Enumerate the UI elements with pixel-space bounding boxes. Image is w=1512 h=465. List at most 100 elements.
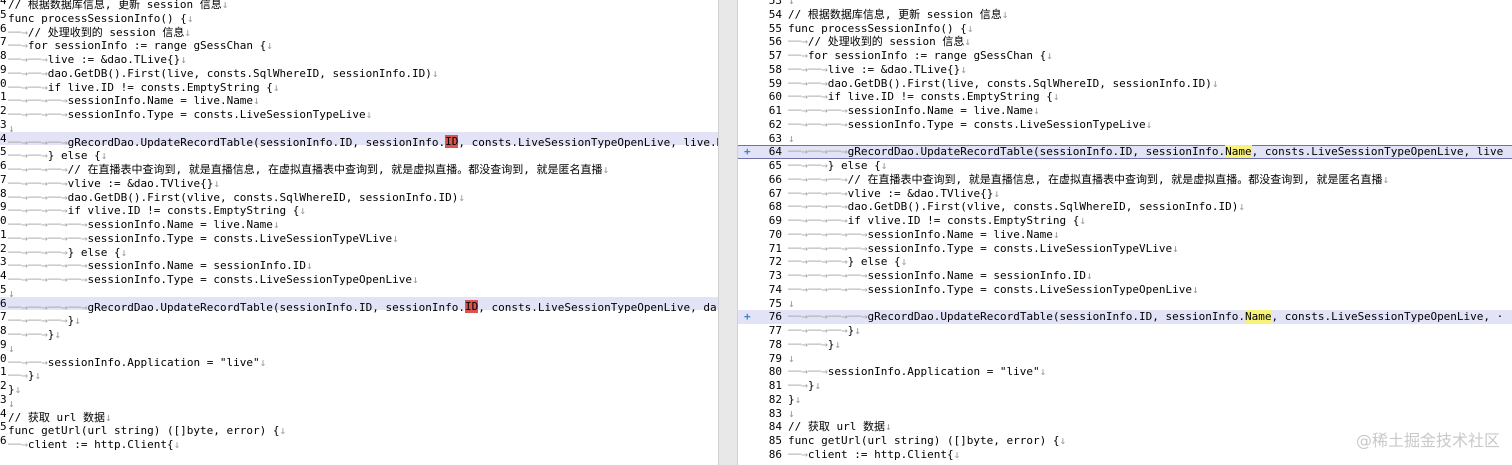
code-line[interactable]: 0──→──→if live.ID != consts.EmptyString … xyxy=(0,76,718,94)
code-line[interactable]: 81 ──→}↓ xyxy=(738,379,1512,393)
code-line[interactable]: 9──→──→──→if vlive.ID != consts.EmptyStr… xyxy=(0,200,718,217)
left-code-pane[interactable]: 4// 根据数据库信息, 更新 session 信息↓ 5func process… xyxy=(0,0,718,465)
code-line[interactable]: 6──→client := http.Client{↓ xyxy=(0,434,718,451)
tab-arrow-icon: ──→ xyxy=(847,241,868,255)
tab-arrow-icon: ──→ xyxy=(788,35,808,49)
tab-arrow-icon: ──→ xyxy=(788,200,808,214)
code-line[interactable]: 67 ──→──→──→vlive := &dao.TVlive{}↓ xyxy=(738,187,1512,201)
code-line[interactable]: 6──→──→──→// 在直播表中查询到, 就是直播信息, 在虚拟直播表中查询… xyxy=(0,159,718,176)
code-line[interactable]: 3──→──→──→──→sessionInfo.Name = sessionI… xyxy=(0,255,718,272)
code-line[interactable]: 3↓ xyxy=(0,118,718,135)
code-text: func getUrl(url string) ([]byte, error) … xyxy=(788,434,1066,447)
line-number: 59 xyxy=(768,76,782,90)
code-line[interactable]: 83 ↓ xyxy=(738,407,1512,421)
line-end-icon: ↓ xyxy=(1052,227,1060,241)
code-line[interactable]: 1──→}↓ xyxy=(0,365,718,382)
code-line[interactable]: 56 ──→// 处理收到的 session 信息↓ xyxy=(738,35,1512,49)
line-end-icon: ↓ xyxy=(960,62,967,76)
code-line[interactable]: 75 ↓ xyxy=(738,297,1512,311)
code-line[interactable]: 9↓ xyxy=(0,338,718,355)
code-line[interactable]: 53 ↓ xyxy=(738,0,1512,8)
code-line[interactable]: 72 ──→──→──→} else {↓ xyxy=(738,255,1512,269)
code-line[interactable]: 1──→──→──→──→sessionInfo.Type = consts.L… xyxy=(0,228,718,245)
code-line[interactable]: 6──→// 处理收到的 session 信息↓ xyxy=(0,22,718,39)
code-line[interactable]: 2──→──→──→sessionInfo.Type = consts.Live… xyxy=(0,104,718,121)
code-line[interactable]: 8──→──→live := &dao.TLive{}↓ xyxy=(0,49,718,66)
code-line[interactable]: 79 ↓ xyxy=(738,352,1512,366)
code-line[interactable]: 7──→for sessionInfo := range gSessChan {… xyxy=(0,35,718,52)
line-number: 71 xyxy=(768,241,782,255)
code-content: func getUrl(url string) ([]byte, error) … xyxy=(788,434,1066,448)
tab-arrow-icon: ──→ xyxy=(788,76,808,90)
code-line[interactable]: 71 ──→──→──→──→sessionInfo.Type = consts.… xyxy=(738,242,1512,256)
code-line[interactable]: 57 ──→for sessionInfo := range gSessChan … xyxy=(738,49,1512,63)
code-line[interactable]: 5↓ xyxy=(0,283,718,300)
line-number: 7 xyxy=(0,35,6,49)
pane-splitter[interactable] xyxy=(718,0,738,465)
changed-code-line[interactable]: +76 ──→──→──→──→gRecordDao.UpdateRecordTa… xyxy=(738,310,1512,324)
line-end-icon: ↓ xyxy=(953,447,961,461)
changed-code-line[interactable]: +64 ──→──→──→gRecordDao.UpdateRecordTable… xyxy=(738,145,1512,159)
changed-code-line[interactable]: 4──→──→──→gRecordDao.UpdateRecordTable(s… xyxy=(0,131,718,149)
code-line[interactable]: 60 ──→──→if live.ID != consts.EmptyString… xyxy=(738,90,1512,104)
code-line[interactable]: 54 // 根据数据库信息, 更新 session 信息↓ xyxy=(738,8,1512,22)
code-line[interactable]: 73 ──→──→──→──→sessionInfo.Name = session… xyxy=(738,269,1512,283)
code-line[interactable]: 5func processSessionInfo() {↓ xyxy=(0,8,718,25)
tab-arrow-icon: ──→ xyxy=(827,227,848,241)
code-token: } xyxy=(788,392,795,406)
code-line[interactable]: 82}↓ xyxy=(738,393,1512,407)
code-line[interactable]: 58 ──→──→live := &dao.TLive{}↓ xyxy=(738,63,1512,77)
code-line[interactable]: 2}↓ xyxy=(0,379,718,396)
code-line[interactable]: 4──→──→──→──→sessionInfo.Type = consts.L… xyxy=(0,269,718,286)
code-line[interactable]: 59 ──→──→dao.GetDB().First(live, consts.S… xyxy=(738,77,1512,91)
code-line[interactable]: 66 ──→──→──→// 在直播表中查询到, 就是直播信息, 在虚拟直播表中查… xyxy=(738,173,1512,187)
code-line[interactable]: 4// 获取 url 数据↓ xyxy=(0,407,718,424)
code-line[interactable]: 80 ──→──→sessionInfo.Application = "live"… xyxy=(738,365,1512,379)
line-number: 75 xyxy=(768,296,782,310)
code-text: // 根据数据库信息, 更新 session 信息↓ xyxy=(788,8,1008,21)
code-line[interactable]: 7──→──→──→}↓ xyxy=(0,310,718,327)
code-line[interactable]: 70 ──→──→──→──→sessionInfo.Name = live.Na… xyxy=(738,228,1512,242)
code-token: if vlive.ID != consts.EmptyString { xyxy=(847,214,1080,227)
tab-arrow-icon: ──→ xyxy=(807,159,828,172)
tab-arrow-icon: ──→ xyxy=(847,227,868,241)
code-line[interactable]: 0──→──→sessionInfo.Application = "live"↓ xyxy=(0,352,718,369)
changed-code-line[interactable]: 6──→──→──→──→gRecordDao.UpdateRecordTabl… xyxy=(0,296,718,314)
code-line[interactable]: 55 func processSessionInfo() {↓ xyxy=(738,22,1512,36)
line-number: 0 xyxy=(0,76,6,90)
code-line[interactable]: 5func getUrl(url string) ([]byte, error)… xyxy=(0,420,718,437)
code-line[interactable]: 62 ──→──→──→sessionInfo.Type = consts.Liv… xyxy=(738,118,1512,132)
right-code-pane[interactable]: 53 ↓ 54// 根据数据库信息, 更新 session 信息↓ 55 func pr… xyxy=(738,0,1512,465)
code-line[interactable]: 61 ──→──→──→sessionInfo.Name = live.Name↓ xyxy=(738,104,1512,118)
code-line[interactable]: 65 ──→──→} else {↓ xyxy=(738,159,1512,173)
code-line[interactable]: 9──→──→dao.GetDB().First(live, consts.Sq… xyxy=(0,63,718,80)
line-number: 66 xyxy=(768,172,782,186)
code-content: ──→// 处理收到的 session 信息↓ xyxy=(788,35,971,49)
code-text: ──→client := http.Client{↓ xyxy=(788,448,960,461)
code-line[interactable]: 2──→──→──→} else {↓ xyxy=(0,242,718,259)
tab-arrow-icon: ──→ xyxy=(788,104,808,117)
code-line[interactable]: 77 ──→──→──→}↓ xyxy=(738,324,1512,338)
tab-arrow-icon: ──→ xyxy=(807,172,828,186)
line-end-icon: ↓ xyxy=(1145,117,1153,131)
code-line[interactable]: 5──→──→} else {↓ xyxy=(0,145,718,162)
line-number: 60 xyxy=(768,90,782,104)
code-line[interactable]: 1──→──→──→sessionInfo.Name = live.Name↓ xyxy=(0,90,718,107)
code-line[interactable]: 78 ──→──→}↓ xyxy=(738,338,1512,352)
code-line[interactable]: 63 ↓ xyxy=(738,132,1512,146)
code-line[interactable]: 0──→──→──→──→sessionInfo.Name = live.Nam… xyxy=(0,214,718,231)
code-token: func processSessionInfo() { xyxy=(788,21,967,35)
code-line[interactable]: 7──→──→──→vlive := &dao.TVlive{}↓ xyxy=(0,173,718,190)
code-line[interactable]: 8──→──→}↓ xyxy=(0,324,718,341)
code-line[interactable]: 69 ──→──→──→if vlive.ID != consts.EmptySt… xyxy=(738,214,1512,228)
code-token: } xyxy=(807,379,815,392)
code-text: ──→──→──→} else {↓ xyxy=(788,255,907,268)
code-line[interactable]: 8──→──→──→dao.GetDB().First(vlive, const… xyxy=(0,187,718,204)
tab-arrow-icon: ──→ xyxy=(807,145,828,159)
code-token: sessionInfo.Type = consts.LiveSessionTyp… xyxy=(847,117,1146,131)
code-line[interactable]: 68 ──→──→──→dao.GetDB().First(vlive, cons… xyxy=(738,200,1512,214)
code-line[interactable]: 4// 根据数据库信息, 更新 session 信息↓ xyxy=(0,0,718,11)
tab-arrow-icon: ──→ xyxy=(788,337,808,351)
code-line[interactable]: 3↓ xyxy=(0,393,718,410)
code-line[interactable]: 74 ──→──→──→──→sessionInfo.Type = consts.… xyxy=(738,283,1512,297)
